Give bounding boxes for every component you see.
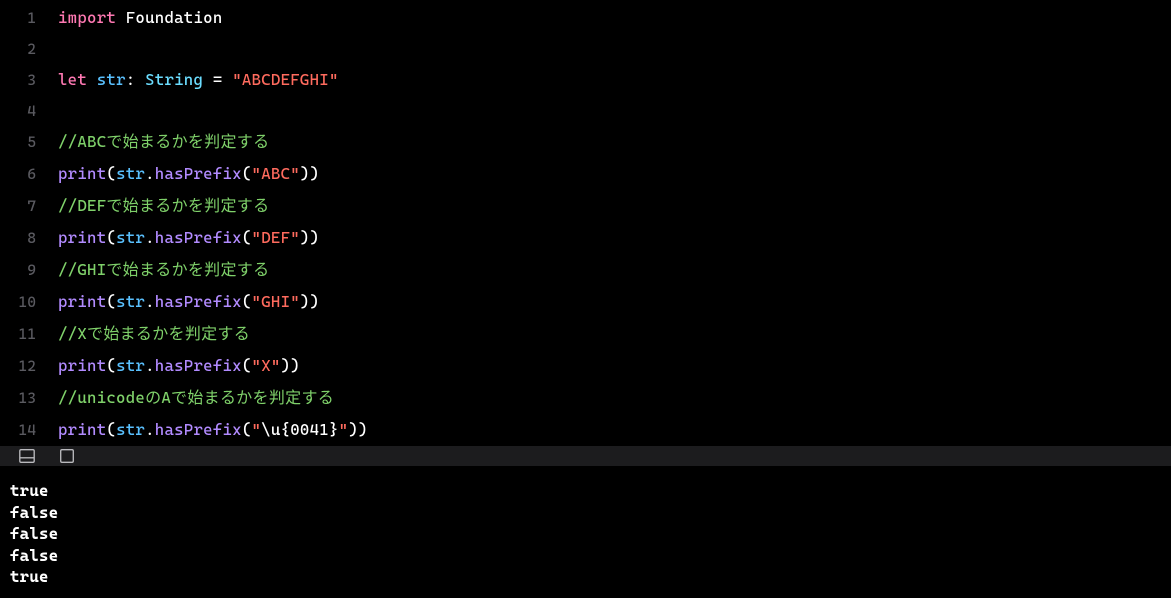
line-number: 14 [0,415,58,445]
output-line: false [10,523,1161,545]
line-number: 1 [0,3,58,33]
line-number: 4 [0,96,58,126]
code-line[interactable]: 9//GHIで始まるかを判定する [0,254,1171,286]
code-content: //unicodeのAで始まるかを判定する [58,382,334,414]
code-content: print(str.hasPrefix("GHI")) [58,286,319,318]
code-editor[interactable]: 1import Foundation23let str: String = "A… [0,0,1171,446]
code-line[interactable]: 11//Xで始まるかを判定する [0,318,1171,350]
console-output: truefalsefalsefalsetrue [0,466,1171,598]
code-line[interactable]: 7//DEFで始まるかを判定する [0,190,1171,222]
code-line[interactable]: 3let str: String = "ABCDEFGHI" [0,64,1171,96]
code-content: //GHIで始まるかを判定する [58,254,269,286]
line-number: 2 [0,34,58,64]
output-line: false [10,502,1161,524]
line-number: 3 [0,65,58,95]
code-line[interactable]: 6print(str.hasPrefix("ABC")) [0,158,1171,190]
code-line[interactable]: 13//unicodeのAで始まるかを判定する [0,382,1171,414]
code-line[interactable]: 2 [0,34,1171,64]
output-line: true [10,566,1161,588]
code-line[interactable]: 10print(str.hasPrefix("GHI")) [0,286,1171,318]
output-line: true [10,480,1161,502]
code-content: print(str.hasPrefix("DEF")) [58,222,319,254]
line-number: 12 [0,351,58,381]
panel-square-icon[interactable] [58,447,76,465]
code-content: print(str.hasPrefix("\u{0041}")) [58,414,368,446]
code-content: //ABCで始まるかを判定する [58,126,269,158]
output-line: false [10,545,1161,567]
panel-bottom-icon[interactable] [18,447,36,465]
code-content: //Xで始まるかを判定する [58,318,250,350]
code-line[interactable]: 14print(str.hasPrefix("\u{0041}")) [0,414,1171,446]
code-content: print(str.hasPrefix("ABC")) [58,158,319,190]
line-number: 6 [0,159,58,189]
code-line[interactable]: 4 [0,96,1171,126]
code-line[interactable]: 8print(str.hasPrefix("DEF")) [0,222,1171,254]
code-content: print(str.hasPrefix("X")) [58,350,300,382]
line-number: 11 [0,319,58,349]
line-number: 8 [0,223,58,253]
code-content: //DEFで始まるかを判定する [58,190,269,222]
console-toolbar [0,446,1171,466]
code-content: let str: String = "ABCDEFGHI" [58,64,339,96]
line-number: 9 [0,255,58,285]
code-line[interactable]: 5//ABCで始まるかを判定する [0,126,1171,158]
code-line[interactable]: 1import Foundation [0,2,1171,34]
code-content: import Foundation [58,2,223,34]
line-number: 7 [0,191,58,221]
line-number: 5 [0,127,58,157]
code-line[interactable]: 12print(str.hasPrefix("X")) [0,350,1171,382]
line-number: 10 [0,287,58,317]
line-number: 13 [0,383,58,413]
